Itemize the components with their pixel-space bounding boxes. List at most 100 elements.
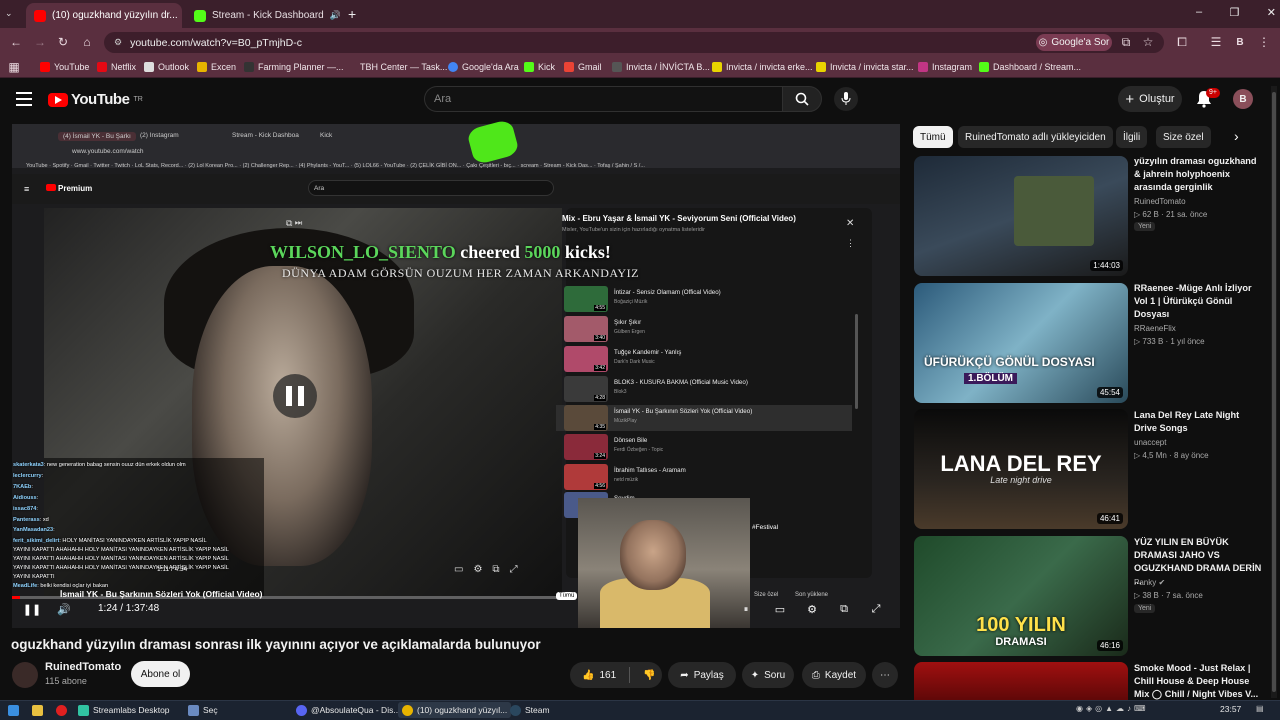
like-button[interactable]: 👍 161 bbox=[582, 670, 616, 681]
rec-thumbnail[interactable]: ÜFÜRÜKÇÜ GÖNÜL DOSYASI 1.BÖLÜM 45:54 bbox=[914, 283, 1128, 403]
share-button[interactable]: ➦ Paylaş bbox=[668, 662, 736, 688]
scrollbar-thumb[interactable] bbox=[1272, 92, 1276, 692]
rec-thumbnail[interactable]: LANA DEL REY Late night drive 46:41 bbox=[914, 409, 1128, 529]
tab-kick-dashboard[interactable]: Stream - Kick Dashboard 🔊 ✕ bbox=[186, 3, 342, 28]
home-icon[interactable]: ⌂ bbox=[79, 34, 95, 50]
speaker-icon[interactable]: 🔊 bbox=[330, 10, 341, 21]
rec-title[interactable]: Smoke Mood - Just Relax | Chill House & … bbox=[1134, 662, 1262, 700]
rec-thumbnail[interactable]: 100 YILIN DRAMASI 46:16 bbox=[914, 536, 1128, 656]
tab-youtube[interactable]: (10) oguzkhand yüzyılın dr... 🔊 ✕ bbox=[26, 3, 182, 28]
account-avatar[interactable]: B bbox=[1233, 89, 1253, 109]
create-button[interactable]: + Oluştur bbox=[1118, 86, 1182, 112]
pause-overlay-button[interactable] bbox=[273, 374, 317, 418]
hamburger-menu-icon[interactable] bbox=[16, 92, 32, 106]
volume-icon[interactable]: 🔊 bbox=[56, 602, 72, 616]
theater-mode-icon[interactable]: ⧉ bbox=[836, 602, 852, 616]
search-button[interactable] bbox=[782, 86, 822, 112]
playlist-title: Mix - Ebru Yaşar & İsmail YK - Seviyorum… bbox=[562, 214, 796, 223]
browser-menu-icon[interactable]: ⋮ bbox=[1256, 34, 1272, 50]
subscribe-button[interactable]: Abone ol bbox=[131, 661, 190, 687]
start-button[interactable] bbox=[4, 702, 23, 718]
taskbar-streamlabs[interactable]: Streamlabs Desktop bbox=[74, 702, 174, 718]
bookmark-farming-planner[interactable]: Farming Planner —... bbox=[244, 60, 344, 74]
explorer-button[interactable] bbox=[28, 702, 47, 718]
taskbar-sec[interactable]: Seç bbox=[184, 702, 222, 718]
item-title: İbrahim Tatlıses - Aramam bbox=[614, 467, 686, 474]
inner-time: 1:11 / 4:34 bbox=[157, 566, 188, 573]
bookmark-invicta-1[interactable]: Invicta / İNVİCTA B... bbox=[612, 60, 710, 74]
chip-size-ozel[interactable]: Size özel bbox=[1156, 126, 1211, 148]
system-tray-icons[interactable]: ◉◈◎▲☁♪⌨ bbox=[1076, 704, 1149, 713]
bookmark-instagram[interactable]: Instagram bbox=[918, 60, 972, 74]
chip-uploader[interactable]: RuinedTomato adlı yükleyiciden bbox=[958, 126, 1113, 148]
profile-button[interactable]: B bbox=[1232, 34, 1248, 50]
share-icon: ➦ bbox=[680, 669, 689, 681]
pause-icon[interactable]: ❚❚ bbox=[23, 602, 41, 616]
bookmark-invicta-3[interactable]: Invicta / invicta star... bbox=[816, 60, 914, 74]
chip-tumu[interactable]: Tümü bbox=[913, 126, 953, 148]
invicta-icon bbox=[612, 62, 622, 72]
ask-button[interactable]: ✦ Soru bbox=[742, 662, 794, 688]
playlist-item: 4:55 İntizar - Sensiz Olamam (Offical Vid… bbox=[564, 286, 721, 312]
voice-search-button[interactable] bbox=[834, 87, 858, 111]
rec-thumbnail[interactable]: 1:44:03 bbox=[914, 156, 1128, 276]
extensions-icon[interactable]: ⧠ bbox=[1174, 34, 1190, 50]
chat-line: issac874: bbox=[13, 506, 38, 512]
fullscreen-icon[interactable]: ⤢ bbox=[868, 602, 884, 616]
youtube-logo[interactable]: YouTube TR bbox=[48, 91, 143, 108]
forward-icon[interactable]: → bbox=[32, 34, 48, 50]
bookmark-youtube[interactable]: YouTube bbox=[40, 60, 89, 74]
bookmark-gmail[interactable]: Gmail bbox=[564, 60, 602, 74]
site-info-icon[interactable]: ⚙ bbox=[114, 37, 122, 48]
reload-icon[interactable]: ↻ bbox=[55, 34, 71, 50]
rec-channel[interactable]: unaccept bbox=[1134, 438, 1166, 447]
taskbar-steam[interactable]: Steam bbox=[506, 702, 554, 718]
bookmark-google[interactable]: Google'da Ara bbox=[448, 60, 519, 74]
rec-thumbnail[interactable] bbox=[914, 662, 1128, 700]
rec-title[interactable]: Lana Del Rey Late Night Drive Songs bbox=[1134, 409, 1262, 435]
taskbar-discord[interactable]: @AbsoulateQua - Dis... bbox=[292, 702, 404, 718]
search-input[interactable]: Ara bbox=[424, 86, 782, 112]
reading-list-icon[interactable]: ☰ bbox=[1208, 34, 1224, 50]
rec-channel[interactable]: RuinedTomato bbox=[1134, 197, 1186, 206]
bookmark-dashboard[interactable]: Dashboard / Stream... bbox=[979, 60, 1081, 74]
chip-ilgili[interactable]: İlgili bbox=[1116, 126, 1148, 148]
chat-line: YAYINI KAPATTI AHAHAHH HOLY MANİTASI YAN… bbox=[13, 556, 229, 562]
tab-menu-icon[interactable]: ⌄ bbox=[5, 8, 19, 20]
back-icon[interactable]: ← bbox=[8, 34, 24, 50]
rec-title[interactable]: RRaenee -Müge Anlı İzliyor Vol 1 | Üfürü… bbox=[1134, 282, 1262, 321]
restore-icon[interactable]: ❐ bbox=[1230, 6, 1240, 19]
chevron-right-icon[interactable]: › bbox=[1234, 128, 1239, 144]
new-tab-icon[interactable]: + bbox=[348, 6, 356, 22]
rec-channel[interactable]: RRaeneFlix bbox=[1134, 324, 1176, 333]
subtitles-icon[interactable]: ▭ bbox=[772, 602, 788, 616]
more-actions-button[interactable]: ⋯ bbox=[872, 662, 898, 688]
bookmark-tbh-center[interactable]: TBH Center — Task... bbox=[346, 60, 447, 74]
bookmark-netflix[interactable]: Netflix bbox=[97, 60, 136, 74]
bookmark-invicta-2[interactable]: Invicta / invicta erke... bbox=[712, 60, 813, 74]
rec-title[interactable]: yüzyılın draması oguzkhand & jahrein hol… bbox=[1134, 155, 1262, 194]
apps-grid-icon[interactable]: ▦ bbox=[6, 59, 22, 75]
cheer-message: DÜNYA ADAM GÖRSÜN OUZUM HER ZAMAN ARKAND… bbox=[282, 266, 639, 280]
rec-channel[interactable]: Panky ✔ bbox=[1134, 578, 1165, 587]
channel-avatar[interactable] bbox=[12, 662, 38, 688]
address-bar[interactable]: ⚙ youtube.com/watch?v=B0_pTmjhD-c bbox=[104, 32, 1164, 53]
minimize-icon[interactable]: – bbox=[1196, 6, 1202, 19]
notification-center-icon[interactable]: ▤ bbox=[1256, 704, 1264, 713]
miniplayer-pause-icon[interactable]: ⏸ bbox=[738, 602, 754, 616]
opera-button[interactable] bbox=[52, 702, 71, 718]
bookmark-excen[interactable]: Excen bbox=[197, 60, 236, 74]
google-sor-button[interactable]: ◎ Google'a Sor bbox=[1036, 34, 1112, 51]
bookmark-label: Netflix bbox=[111, 62, 137, 72]
bookmark-kick[interactable]: Kick bbox=[524, 60, 555, 74]
settings-icon[interactable]: ⚙ bbox=[804, 602, 820, 616]
install-icon[interactable]: ⧉ bbox=[1118, 34, 1134, 50]
close-window-icon[interactable]: ✕ bbox=[1267, 6, 1276, 19]
bookmark-outlook[interactable]: Outlook bbox=[144, 60, 189, 74]
taskbar-chrome[interactable]: (10) oguzkhand yüzyıl... bbox=[398, 702, 512, 718]
item-channel: Dark'n Dark Music bbox=[614, 359, 655, 365]
dislike-button[interactable]: 👎 bbox=[643, 670, 655, 681]
save-button[interactable]: ⎙ Kaydet bbox=[802, 662, 866, 688]
channel-name[interactable]: RuinedTomato bbox=[45, 661, 121, 673]
bookmark-star-icon[interactable]: ☆ bbox=[1140, 34, 1156, 50]
